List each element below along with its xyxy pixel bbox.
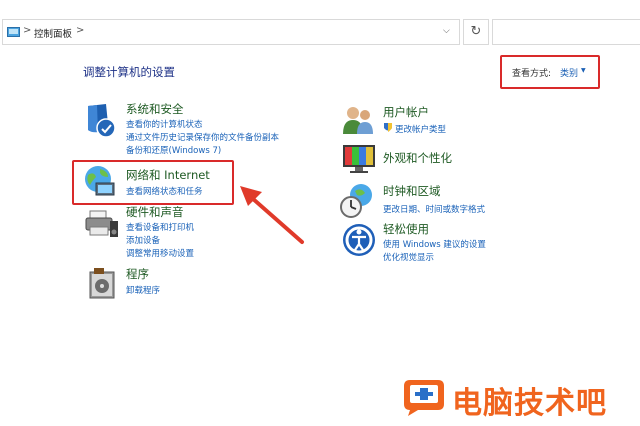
link-optimize-display[interactable]: 优化视觉显示 — [383, 251, 434, 263]
category-appearance[interactable]: 外观和个性化 — [383, 150, 452, 166]
link-mobility-settings[interactable]: 调整常用移动设置 — [126, 247, 194, 259]
refresh-button[interactable]: ↻ — [463, 19, 489, 45]
link-date-time-format[interactable]: 更改日期、时间或数字格式 — [383, 203, 485, 215]
uac-shield-icon — [384, 123, 392, 132]
chevron-down-icon[interactable]: ▼ — [581, 67, 586, 74]
category-system-security[interactable]: 系统和安全 — [126, 101, 184, 117]
ease-of-access-icon[interactable] — [341, 222, 377, 258]
view-by-label: 查看方式: — [512, 69, 552, 79]
view-by-dropdown[interactable]: 类别 — [560, 66, 578, 79]
monitor-appearance-icon[interactable] — [341, 141, 377, 177]
category-network-internet[interactable]: 网络和 Internet — [126, 167, 210, 183]
programs-disc-icon[interactable] — [86, 266, 122, 302]
link-view-computer-status[interactable]: 查看你的计算机状态 — [126, 118, 203, 130]
clock-globe-icon[interactable] — [339, 183, 375, 219]
address-bar[interactable]: > 控制面板 > ⌵ — [2, 19, 460, 45]
link-recommended-settings[interactable]: 使用 Windows 建议的设置 — [383, 238, 486, 250]
link-file-history[interactable]: 通过文件历史记录保存你的文件备份副本 — [126, 131, 279, 143]
control-panel-icon — [7, 27, 20, 37]
page-title: 调整计算机的设置 — [83, 65, 175, 79]
search-input[interactable] — [492, 19, 640, 45]
red-arrow-annotation — [240, 186, 304, 244]
link-change-account-type[interactable]: 更改帐户类型 — [395, 123, 446, 135]
category-clock-region[interactable]: 时钟和区域 — [383, 183, 441, 199]
address-dropdown-icon[interactable]: ⌵ — [443, 26, 450, 36]
watermark-text: 电脑技术吧 — [452, 386, 607, 421]
printer-speaker-icon[interactable] — [84, 205, 120, 241]
watermark-logo-icon — [404, 380, 444, 416]
link-uninstall-program[interactable]: 卸载程序 — [126, 284, 160, 296]
link-network-status[interactable]: 查看网络状态和任务 — [126, 185, 203, 197]
category-hardware-sound[interactable]: 硬件和声音 — [126, 204, 184, 220]
link-add-device[interactable]: 添加设备 — [126, 234, 160, 246]
category-user-accounts[interactable]: 用户帐户 — [383, 104, 429, 120]
link-backup-restore[interactable]: 备份和还原(Windows 7) — [126, 144, 221, 156]
shield-security-icon[interactable] — [84, 102, 120, 138]
breadcrumb-control-panel[interactable]: 控制面板 — [34, 26, 72, 40]
link-devices-printers[interactable]: 查看设备和打印机 — [126, 221, 194, 233]
users-icon[interactable] — [341, 104, 377, 140]
breadcrumb-chevron[interactable]: > — [76, 25, 84, 36]
category-programs[interactable]: 程序 — [126, 266, 149, 282]
category-ease-of-access[interactable]: 轻松使用 — [383, 221, 429, 237]
view-by-control: 查看方式: 类别 ▼ — [500, 55, 600, 89]
breadcrumb-separator: > — [23, 25, 32, 36]
